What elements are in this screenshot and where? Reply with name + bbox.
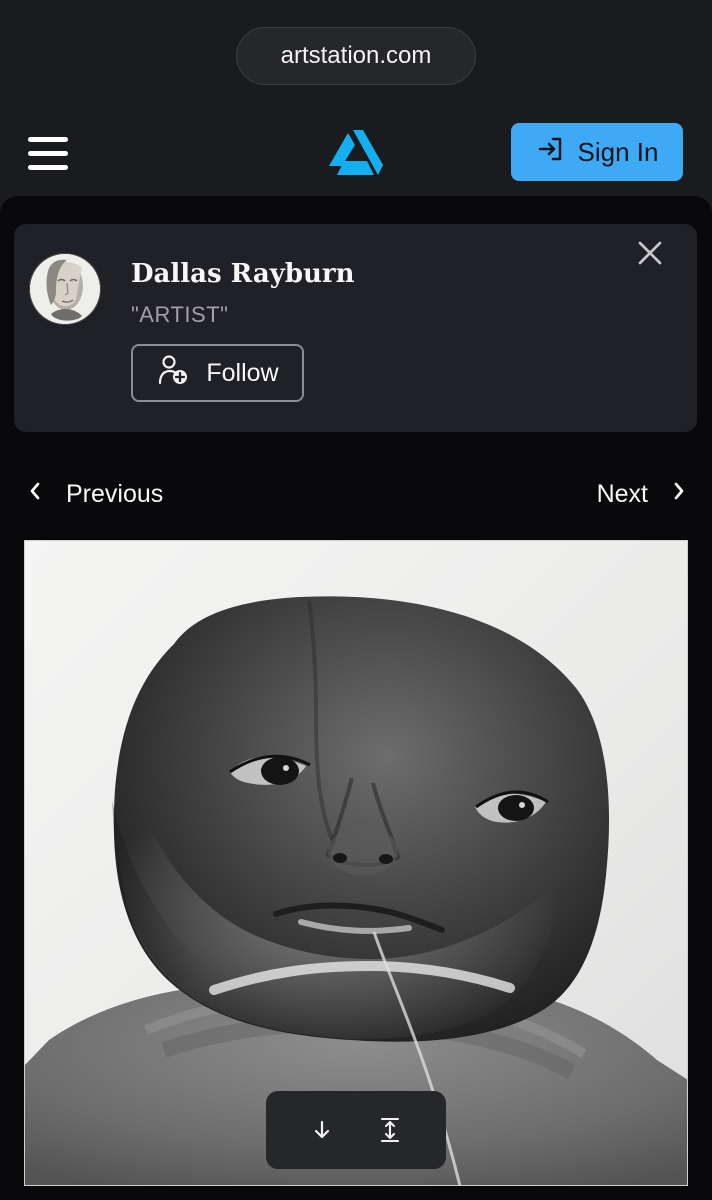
- previous-link[interactable]: Previous: [28, 472, 163, 516]
- artist-avatar[interactable]: [29, 253, 101, 325]
- chevron-right-icon: [672, 480, 686, 509]
- artist-name[interactable]: Dallas Rayburn: [131, 259, 355, 289]
- close-icon[interactable]: [637, 240, 663, 266]
- follow-label: Follow: [206, 358, 279, 387]
- follow-button[interactable]: Follow: [131, 344, 304, 402]
- expand-vertical-icon[interactable]: [370, 1110, 410, 1150]
- user-plus-icon: [156, 353, 190, 394]
- next-link[interactable]: Next: [597, 472, 686, 516]
- top-navigation: Sign In: [0, 108, 712, 198]
- chevron-left-icon: [28, 480, 42, 509]
- sign-in-icon: [536, 134, 566, 171]
- main-content: Dallas Rayburn "ARTIST" Follow Previous …: [0, 196, 712, 1200]
- arrow-down-icon[interactable]: [302, 1110, 342, 1150]
- artstation-logo-icon[interactable]: [329, 130, 383, 176]
- artwork-toolbar: [266, 1091, 446, 1169]
- next-label: Next: [596, 479, 648, 508]
- sign-in-label: Sign In: [577, 136, 659, 167]
- artist-card: Dallas Rayburn "ARTIST" Follow: [14, 224, 697, 432]
- address-bar-url: artstation.com: [280, 42, 432, 69]
- hamburger-menu-icon[interactable]: [28, 137, 68, 171]
- artwork-pager: Previous Next: [0, 472, 712, 516]
- previous-label: Previous: [66, 479, 164, 508]
- artwork-image[interactable]: [24, 540, 688, 1186]
- address-bar[interactable]: artstation.com: [236, 27, 476, 85]
- sign-in-button[interactable]: Sign In: [511, 123, 683, 181]
- artist-role: "ARTIST": [131, 302, 229, 327]
